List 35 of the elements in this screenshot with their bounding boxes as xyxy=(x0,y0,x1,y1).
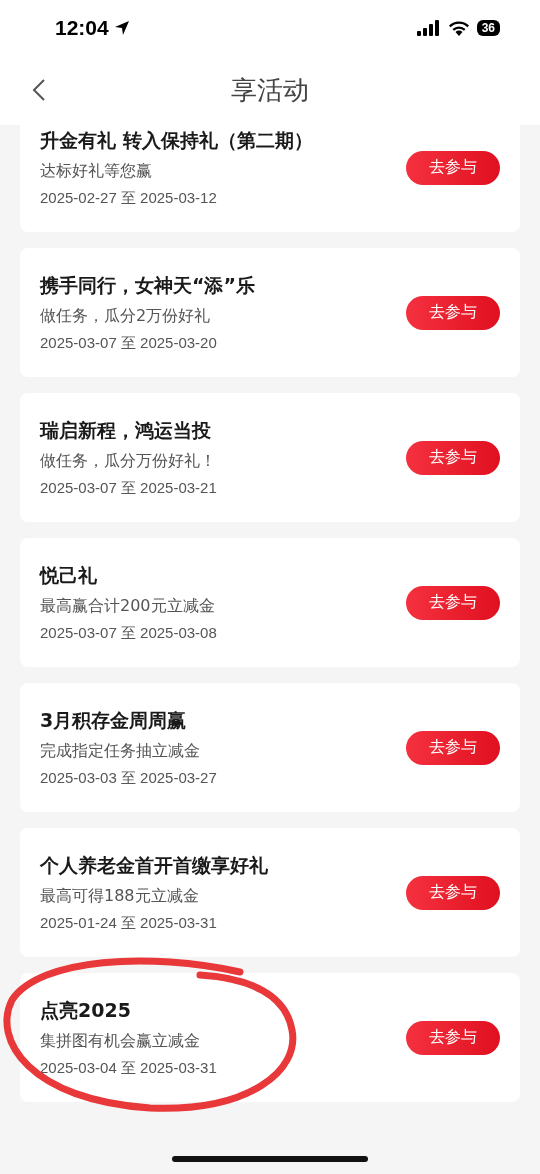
signal-icon xyxy=(416,19,441,36)
back-icon[interactable] xyxy=(32,78,46,102)
activity-dates: 2025-01-24 至 2025-03-31 xyxy=(40,913,218,933)
status-time: 12:04 xyxy=(55,15,109,40)
activity-title: 瑞启新程，鸿运当投 xyxy=(40,417,212,443)
join-button[interactable]: 去参与 xyxy=(406,730,500,765)
activity-title: 升金有礼 转入保持礼（第二期） xyxy=(40,127,313,153)
join-button[interactable]: 去参与 xyxy=(406,585,500,620)
activity-dates: 2025-03-07 至 2025-03-08 xyxy=(40,623,217,643)
activity-title: 携手同行，女神天“添”乐 xyxy=(40,272,255,298)
join-button[interactable]: 去参与 xyxy=(406,1020,500,1055)
activity-description: 做任务，瓜分万份好礼！ xyxy=(40,450,217,472)
wifi-icon xyxy=(447,19,470,36)
activity-description: 最高赢合计200元立减金 xyxy=(40,595,216,617)
join-button[interactable]: 去参与 xyxy=(406,295,500,330)
join-button[interactable]: 去参与 xyxy=(406,440,500,475)
battery-level: 36 xyxy=(476,19,500,36)
activity-title: 个人养老金首开首缴享好礼 xyxy=(40,852,268,878)
activity-dates: 2025-03-03 至 2025-03-27 xyxy=(40,768,217,788)
activity-title: 3月积存金周周赢 xyxy=(40,707,188,733)
activity-title: 悦己礼 xyxy=(40,562,98,588)
activity-dates: 2025-02-27 至 2025-03-12 xyxy=(40,188,218,208)
page-title: 享活动 xyxy=(231,73,309,107)
activity-description: 做任务，瓜分2万份好礼 xyxy=(40,305,212,327)
activity-description: 完成指定任务抽立减金 xyxy=(40,740,201,762)
activity-description: 最高可得188元立减金 xyxy=(40,885,200,907)
location-arrow-icon xyxy=(113,19,130,36)
activity-dates: 2025-03-07 至 2025-03-21 xyxy=(40,478,217,498)
activity-dates: 2025-03-04 至 2025-03-31 xyxy=(40,1058,217,1078)
join-button[interactable]: 去参与 xyxy=(406,150,500,185)
activity-description: 集拼图有机会赢立减金 xyxy=(40,1030,201,1052)
activity-description: 达标好礼等您赢 xyxy=(40,160,153,182)
activity-title: 点亮2025 xyxy=(40,997,132,1023)
activity-dates: 2025-03-07 至 2025-03-20 xyxy=(40,333,218,353)
join-button[interactable]: 去参与 xyxy=(406,875,500,910)
